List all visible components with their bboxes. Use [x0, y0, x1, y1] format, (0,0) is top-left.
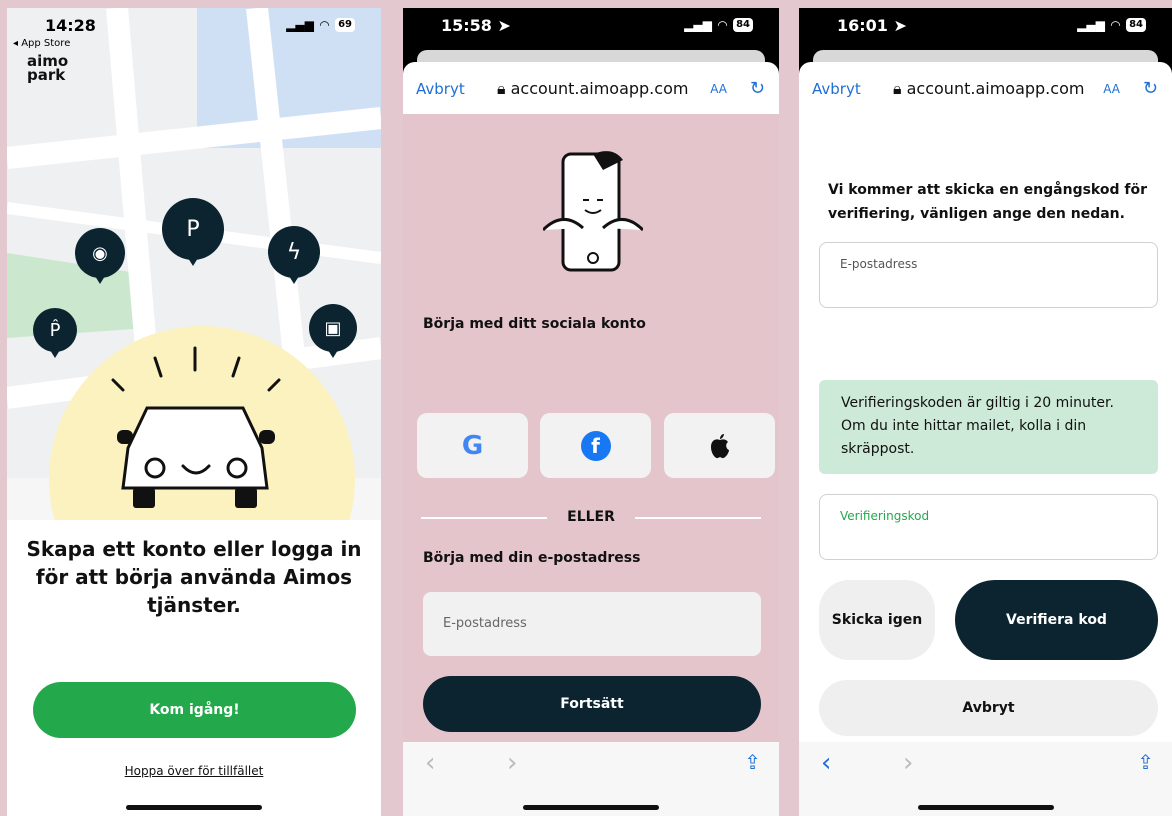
status-bar: 16:01 ➤ ▂▄▆ ◠ 84 — [799, 8, 1172, 50]
lock-icon: 🔒︎ — [893, 79, 902, 98]
status-time: 14:28 — [45, 16, 96, 35]
happy-car-icon — [111, 346, 281, 508]
apple-icon — [710, 433, 729, 458]
cancel-link[interactable]: Avbryt — [812, 80, 861, 98]
status-bar: 15:58 ➤ ▂▄▆ ◠ 84 — [403, 8, 779, 50]
text-size-button[interactable]: AA — [710, 82, 727, 96]
reload-icon[interactable]: ↻ — [750, 78, 765, 99]
get-started-button[interactable]: Kom igång! — [33, 682, 356, 738]
battery-icon: 84 — [1126, 18, 1146, 32]
info-notice: Verifieringskoden är giltig i 20 minuter… — [819, 380, 1158, 474]
email-heading: Börja med din e-postadress — [423, 550, 641, 566]
forward-arrow-icon[interactable]: › — [903, 748, 913, 778]
email-placeholder: E-postadress — [443, 616, 527, 631]
status-bar: 14:28 ◂ App Store ▂▄▆ ◠ 69 — [7, 8, 381, 50]
facebook-icon: f — [580, 430, 611, 461]
status-time: 15:58 ➤ — [441, 16, 511, 35]
code-label: Verifieringskod — [840, 509, 930, 523]
email-field[interactable]: E-postadress — [819, 242, 1158, 308]
resend-button[interactable]: Skicka igen — [819, 580, 935, 660]
skip-link[interactable]: Hoppa över för tillfället — [7, 764, 381, 778]
status-icons: ▂▄▆ ◠ 84 — [1077, 18, 1146, 32]
wifi-icon: ◠ — [1110, 18, 1121, 32]
lock-icon: 🔒︎ — [497, 79, 506, 98]
camera-pin-icon: ◉ — [75, 228, 125, 284]
aimo-park-logo: aimo park — [27, 52, 69, 84]
login-content: Börja med ditt sociala konto G f ELLER B… — [403, 114, 779, 742]
status-icons: ▂▄▆ ◠ 84 — [684, 18, 753, 32]
safari-sheet: Avbryt 🔒︎ account.aimoapp.com AA ↻ Vi ko… — [799, 62, 1172, 816]
or-divider: ELLER — [421, 509, 761, 525]
text-size-button[interactable]: AA — [1103, 82, 1120, 96]
url-text[interactable]: 🔒︎ account.aimoapp.com — [893, 79, 1084, 99]
facebook-button[interactable]: f — [540, 413, 651, 478]
verify-button[interactable]: Verifiera kod — [955, 580, 1158, 660]
url-bar: Avbryt 🔒︎ account.aimoapp.com AA ↻ — [799, 62, 1172, 114]
phone-3-verify-screen: 16:01 ➤ ▂▄▆ ◠ 84 Avbryt 🔒︎ account.aimoa… — [799, 8, 1172, 816]
url-text[interactable]: 🔒︎ account.aimoapp.com — [497, 79, 688, 99]
status-icons: ▂▄▆ ◠ 69 — [286, 18, 355, 32]
divider-label: ELLER — [567, 509, 615, 525]
back-arrow-icon[interactable]: ‹ — [425, 748, 435, 778]
continue-button[interactable]: Fortsätt — [423, 676, 761, 732]
page-title: Skapa ett konto eller logga in för att b… — [26, 537, 362, 617]
intro-text: Vi kommer att skicka en engångskod för v… — [828, 182, 1147, 222]
email-input[interactable]: E-postadress — [423, 592, 761, 656]
home-indicator — [917, 805, 1054, 810]
wifi-icon: ◠ — [717, 18, 728, 32]
safari-sheet: Avbryt 🔒︎ account.aimoapp.com AA ↻ Börja… — [403, 62, 779, 816]
phone-1-welcome-screen: 14:28 ◂ App Store ▂▄▆ ◠ 69 aimo park P ◉… — [7, 8, 381, 816]
back-arrow-icon[interactable]: ‹ — [821, 748, 831, 778]
share-icon[interactable]: ⇪ — [744, 750, 761, 774]
parking-pin-icon: P — [162, 198, 224, 266]
back-to-app-link[interactable]: ◂ App Store — [13, 38, 70, 49]
home-indicator — [126, 805, 262, 810]
url-bar: Avbryt 🔒︎ account.aimoapp.com AA ↻ — [403, 62, 779, 114]
phone-hug-illustration — [543, 151, 643, 272]
status-time: 16:01 ➤ — [837, 16, 907, 35]
phone-2-login-screen: 15:58 ➤ ▂▄▆ ◠ 84 Avbryt 🔒︎ account.aimoa… — [403, 8, 779, 816]
verification-code-field[interactable]: Verifieringskod — [819, 494, 1158, 560]
google-icon: G — [461, 430, 484, 461]
wifi-icon: ◠ — [319, 18, 330, 32]
email-label: E-postadress — [840, 257, 918, 271]
cancel-link[interactable]: Avbryt — [416, 80, 465, 98]
verify-content: Vi kommer att skicka en engångskod för v… — [799, 114, 1172, 742]
signal-icon: ▂▄▆ — [286, 18, 314, 32]
google-button[interactable]: G — [417, 413, 528, 478]
battery-icon: 84 — [733, 18, 753, 32]
reload-icon[interactable]: ↻ — [1143, 78, 1158, 99]
charging-pin-icon: ϟ — [268, 226, 320, 284]
apple-button[interactable] — [664, 413, 775, 478]
share-icon[interactable]: ⇪ — [1137, 750, 1154, 774]
battery-icon: 69 — [335, 18, 355, 32]
home-indicator — [523, 805, 659, 810]
forward-arrow-icon[interactable]: › — [507, 748, 517, 778]
signal-icon: ▂▄▆ — [1077, 18, 1105, 32]
social-heading: Börja med ditt sociala konto — [423, 316, 646, 332]
cancel-button[interactable]: Avbryt — [819, 680, 1158, 736]
signal-icon: ▂▄▆ — [684, 18, 712, 32]
